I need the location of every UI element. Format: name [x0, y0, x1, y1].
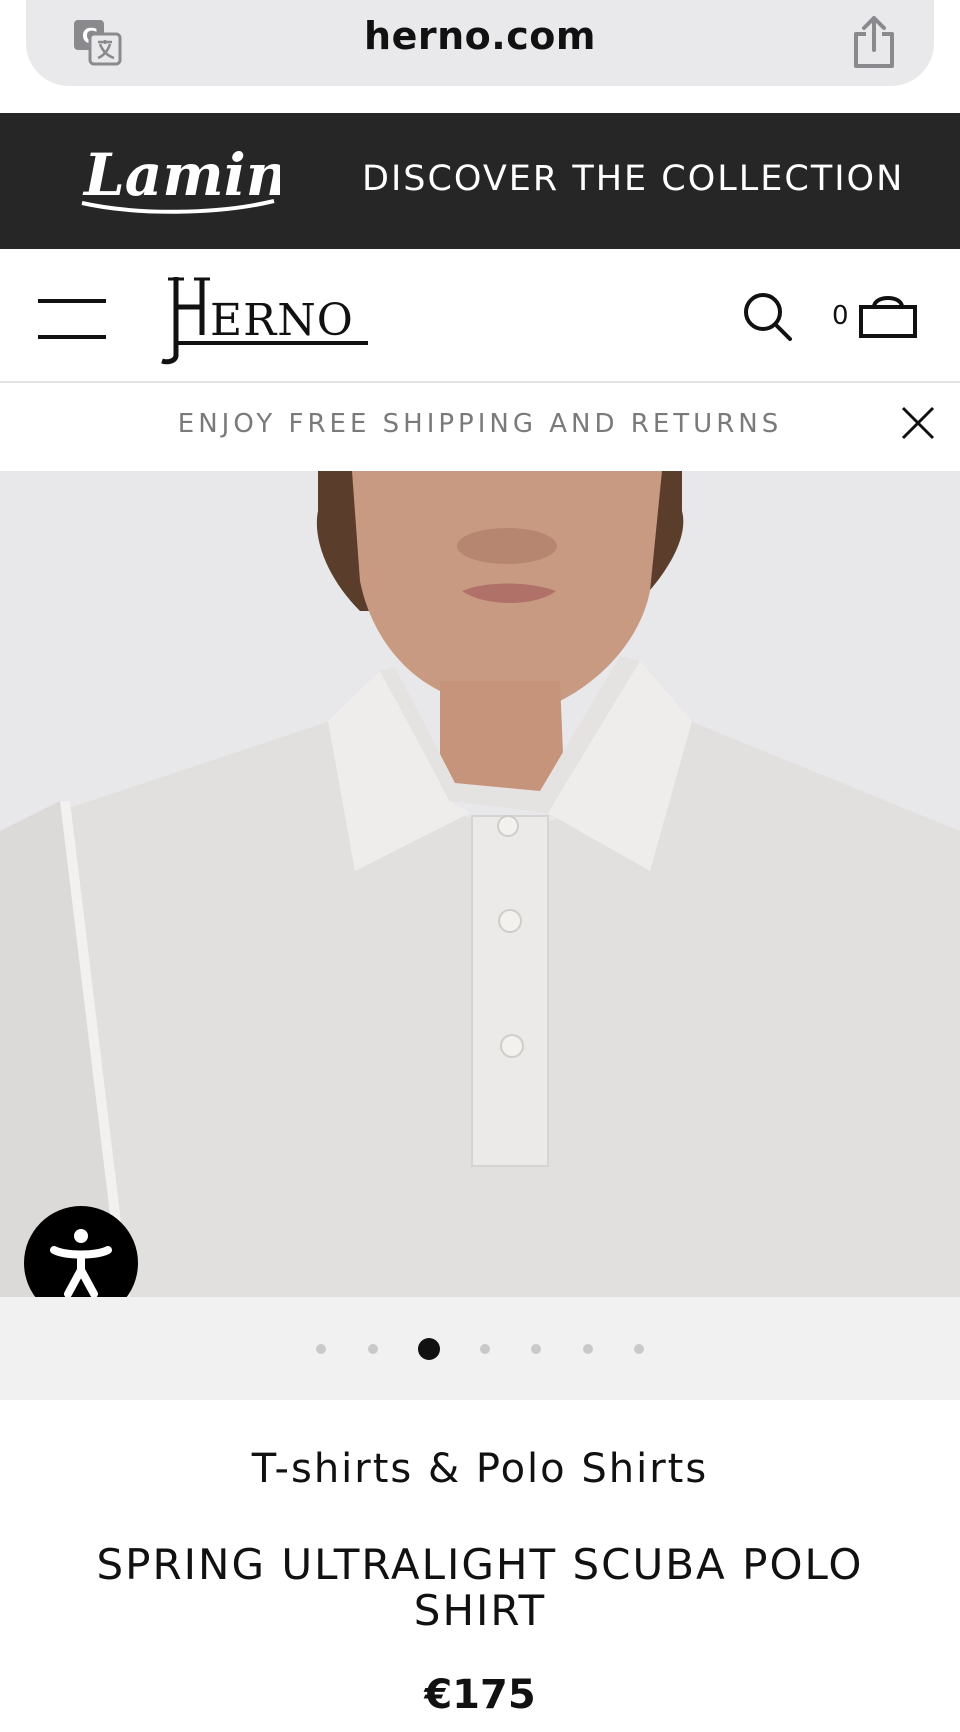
carousel-dot-2[interactable]: [368, 1344, 378, 1354]
browser-bar: G herno.com: [0, 0, 960, 113]
polo-shirt-photo: [0, 471, 960, 1297]
carousel-dot-7[interactable]: [634, 1344, 644, 1354]
product-title: SPRING ULTRALIGHT SCUBA POLO SHIRT: [96, 1540, 864, 1635]
carousel-dot-1[interactable]: [316, 1344, 326, 1354]
shipping-banner: ENJOY FREE SHIPPING AND RETURNS: [0, 383, 960, 469]
herno-logo[interactable]: ERNO: [158, 271, 372, 367]
promo-banner[interactable]: Laminar DISCOVER THE COLLECTION: [0, 113, 960, 249]
url-text[interactable]: herno.com: [26, 14, 934, 58]
share-icon[interactable]: [850, 14, 898, 70]
site-header: ERNO 0: [0, 249, 960, 383]
svg-text:ERNO: ERNO: [210, 295, 354, 346]
carousel-dot-4[interactable]: [480, 1344, 490, 1354]
product-price: €175: [424, 1672, 536, 1718]
product-image[interactable]: [0, 471, 960, 1297]
close-icon[interactable]: [900, 405, 936, 441]
shopping-bag-icon[interactable]: [858, 291, 918, 339]
carousel-dots: [0, 1297, 960, 1400]
svg-text:Laminar: Laminar: [82, 141, 280, 209]
carousel-dot-5[interactable]: [531, 1344, 541, 1354]
carousel-dot-6[interactable]: [583, 1344, 593, 1354]
carousel-dot-3[interactable]: [418, 1338, 440, 1360]
laminar-logo: Laminar: [81, 141, 280, 214]
hamburger-menu-icon[interactable]: [38, 299, 106, 339]
promo-cta[interactable]: DISCOVER THE COLLECTION: [362, 159, 904, 199]
search-icon[interactable]: [742, 291, 794, 343]
address-bar[interactable]: G herno.com: [26, 0, 934, 86]
cart-count: 0: [832, 301, 849, 331]
product-category[interactable]: T-shirts & Polo Shirts: [0, 1446, 960, 1492]
shipping-text: ENJOY FREE SHIPPING AND RETURNS: [177, 409, 783, 439]
